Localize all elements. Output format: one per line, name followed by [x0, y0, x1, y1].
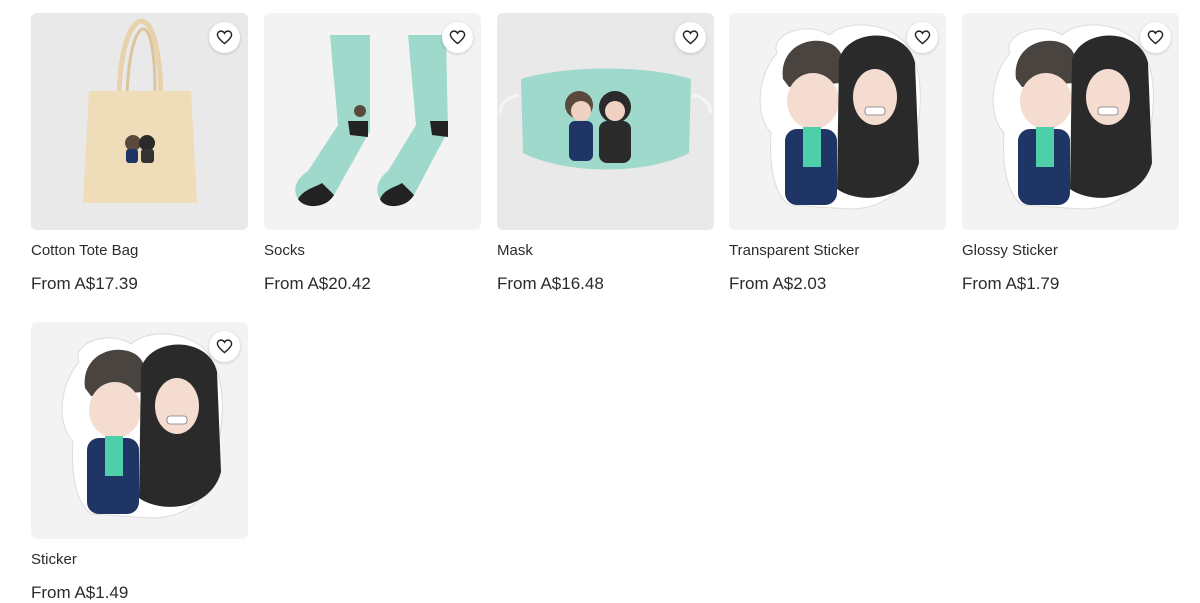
product-price: From A$1.79	[962, 274, 1060, 293]
product-price: From A$2.03	[729, 274, 827, 293]
heart-outline-icon	[1147, 30, 1164, 45]
favorite-button[interactable]	[675, 22, 706, 53]
product-card-transparent-sticker[interactable]: Transparent Sticker From A$2.03	[729, 13, 946, 294]
heart-outline-icon	[914, 30, 931, 45]
product-title[interactable]: Glossy Sticker	[962, 242, 1179, 260]
product-title[interactable]: Mask	[497, 242, 714, 260]
product-price: From A$20.42	[264, 274, 371, 293]
product-image-cotton-tote-bag[interactable]	[31, 13, 248, 230]
product-image-sticker[interactable]	[31, 322, 248, 539]
product-price: From A$16.48	[497, 274, 604, 293]
product-title[interactable]: Cotton Tote Bag	[31, 242, 248, 260]
favorite-button[interactable]	[907, 22, 938, 53]
product-title[interactable]: Socks	[264, 242, 481, 260]
favorite-button[interactable]	[209, 22, 240, 53]
product-card-mask[interactable]: Mask From A$16.48	[497, 13, 714, 294]
product-image-transparent-sticker[interactable]	[729, 13, 946, 230]
product-image-mask[interactable]	[497, 13, 714, 230]
heart-outline-icon	[216, 30, 233, 45]
product-card-glossy-sticker[interactable]: Glossy Sticker From A$1.79	[962, 13, 1179, 294]
product-grid: Cotton Tote Bag From A$17.39 Socks From …	[0, 0, 1200, 602]
heart-outline-icon	[216, 339, 233, 354]
product-card-sticker[interactable]: Sticker From A$1.49	[31, 322, 248, 603]
product-title[interactable]: Sticker	[31, 551, 248, 569]
product-card-cotton-tote-bag[interactable]: Cotton Tote Bag From A$17.39	[31, 13, 248, 294]
heart-outline-icon	[682, 30, 699, 45]
product-price: From A$17.39	[31, 274, 138, 293]
heart-outline-icon	[449, 30, 466, 45]
product-image-socks[interactable]	[264, 13, 481, 230]
product-title[interactable]: Transparent Sticker	[729, 242, 946, 260]
favorite-button[interactable]	[1140, 22, 1171, 53]
product-image-glossy-sticker[interactable]	[962, 13, 1179, 230]
product-card-socks[interactable]: Socks From A$20.42	[264, 13, 481, 294]
product-price: From A$1.49	[31, 583, 129, 602]
favorite-button[interactable]	[442, 22, 473, 53]
favorite-button[interactable]	[209, 331, 240, 362]
